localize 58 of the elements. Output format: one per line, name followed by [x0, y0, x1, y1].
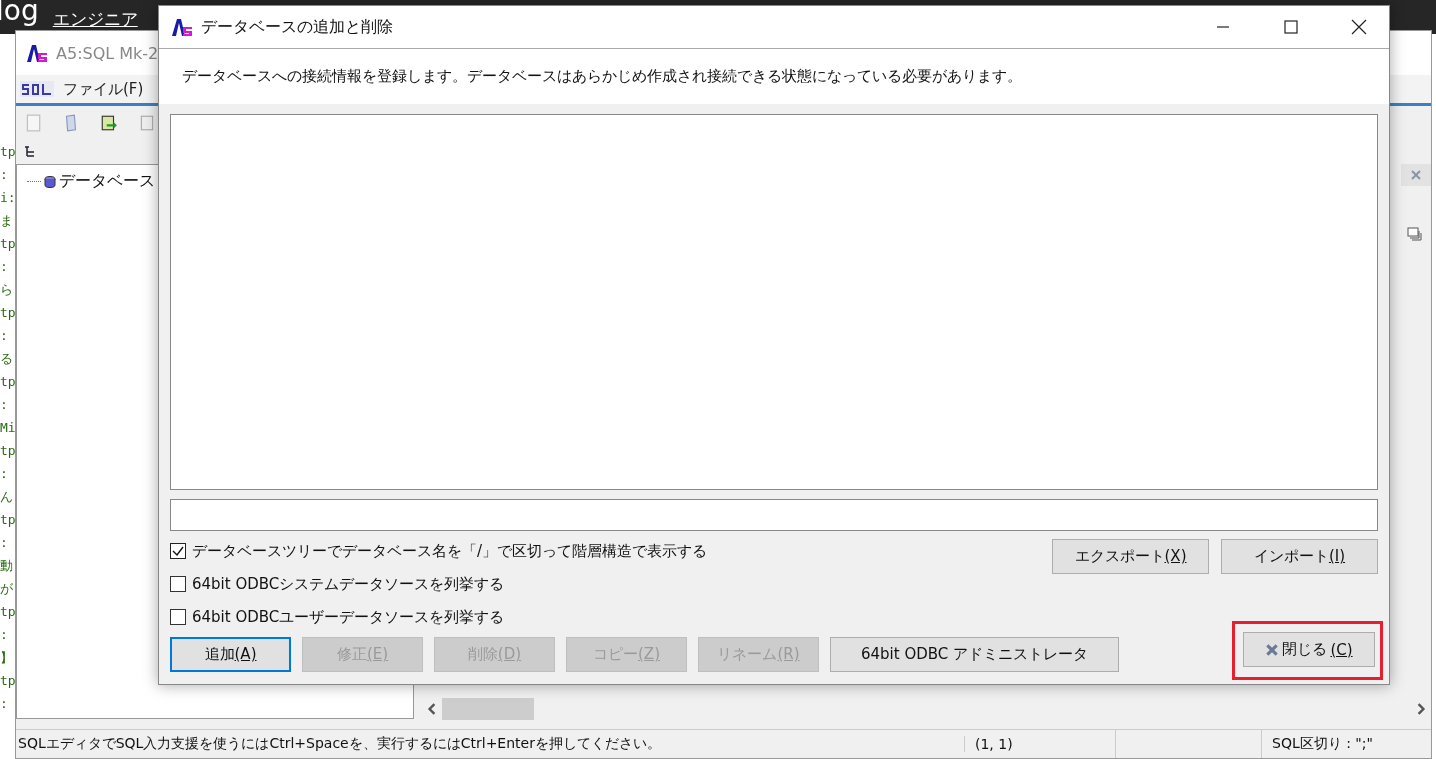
code-fragment: : [0, 166, 9, 184]
tree-view-icon[interactable] [24, 146, 36, 158]
checkbox[interactable] [170, 576, 186, 592]
scrollbar-thumb[interactable] [442, 698, 534, 720]
windows-icon[interactable] [1407, 226, 1423, 242]
code-fragment: tp [0, 143, 15, 161]
code-fragment: る [0, 350, 14, 368]
code-fragment: tp [0, 511, 15, 529]
code-fragment: tp [0, 603, 15, 621]
code-fragment: : [0, 465, 9, 483]
status-message: SQLエディタでSQL入力支援を使うにはCtrl+Spaceを、実行するにはCtrl+Enterを押してください。 [17, 735, 662, 753]
code-fragment: Mi [0, 419, 15, 437]
code-fragment: : [0, 695, 9, 713]
dialog-button[interactable]: 64bit ODBC アドミニストレータ [830, 637, 1119, 672]
description-text: データベースへの接続情報を登録します。データベースはあらかじめ作成され接続できる状態になっている必要があります。 [182, 67, 1022, 86]
dialog-button[interactable]: エクスポート(X) [1052, 539, 1209, 574]
code-fragment: : [0, 396, 9, 414]
input-field[interactable] [170, 499, 1378, 531]
checkbox[interactable] [170, 609, 186, 625]
code-fragment: 】 [0, 649, 14, 667]
code-fragment: ん [0, 488, 14, 506]
tree-item[interactable]: データベース [59, 171, 155, 192]
code-fragment: tp [0, 304, 15, 322]
code-fragment: tp [0, 672, 15, 690]
checkbox-label: 64bit ODBCシステムデータソースを列挙する [192, 574, 505, 594]
dialog-title: データベースの追加と削除 [201, 16, 393, 38]
close-button[interactable]: 閉じる (C) [1243, 632, 1375, 667]
close-tab-icon[interactable] [1411, 170, 1421, 180]
maximize-icon[interactable] [1283, 19, 1299, 35]
code-fragment: tp [0, 373, 15, 391]
sql-delimiter: SQL区切り : ";" [1271, 735, 1373, 753]
code-fragment: : [0, 534, 9, 552]
code-fragment: 動 [0, 557, 14, 575]
code-fragment: tp [0, 235, 15, 253]
menu-item[interactable]: ファイル(F) [63, 79, 144, 99]
code-fragment: ま [0, 212, 14, 230]
dialog-button[interactable]: 追加(A) [170, 637, 291, 672]
close-icon [1265, 642, 1280, 657]
window-title: A5:SQL Mk-2 [56, 43, 159, 63]
cursor-position: (1, 1) [964, 736, 1115, 752]
scroll-right-icon[interactable] [1415, 703, 1427, 715]
header-link[interactable]: エンジニア [52, 8, 138, 30]
code-fragment: tp [0, 442, 15, 460]
sql-logo-icon [19, 79, 55, 99]
close-icon[interactable] [1351, 19, 1367, 35]
code-fragment: : [0, 258, 9, 276]
checkbox[interactable] [170, 543, 186, 559]
code-fragment: : [0, 327, 9, 345]
app-logo-icon [26, 43, 48, 63]
app-logo-icon [171, 17, 193, 37]
checkbox-label: 64bit ODBCユーザーデータソースを列挙する [192, 607, 505, 627]
scroll-left-icon[interactable] [426, 703, 438, 715]
checkbox-label: データベースツリーでデータベース名を「/」で区切って階層構造で表示する [192, 541, 708, 561]
dialog-button[interactable]: インポート(I) [1221, 539, 1378, 574]
code-fragment: i: [0, 189, 15, 207]
code-fragment: : [0, 626, 9, 644]
code-fragment: ら [0, 281, 14, 299]
code-fragment: が [0, 580, 14, 598]
